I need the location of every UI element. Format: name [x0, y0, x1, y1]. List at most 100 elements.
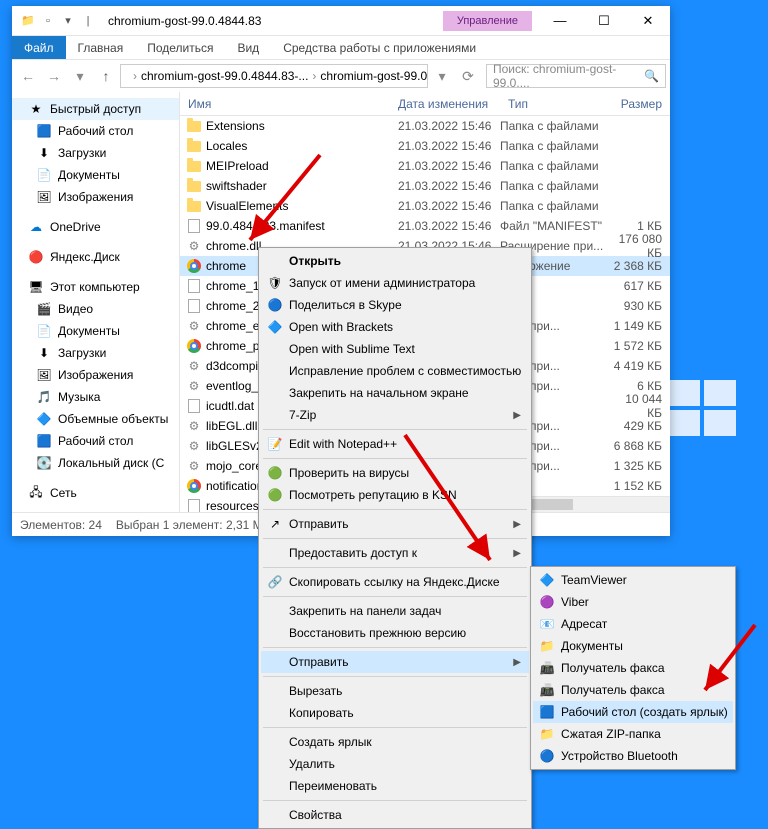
- menu-item[interactable]: ↗Отправить▶: [261, 513, 529, 535]
- file-icon: [186, 198, 202, 214]
- file-row[interactable]: Locales21.03.2022 15:46Папка с файлами: [180, 136, 670, 156]
- menu-item[interactable]: Открыть: [261, 250, 529, 272]
- minimize-button[interactable]: —: [538, 6, 582, 36]
- menu-item[interactable]: 🛡 Запуск от имени администратора: [261, 272, 529, 294]
- menu-item[interactable]: 🔷TeamViewer: [533, 569, 733, 591]
- menu-item-icon: 🟢: [267, 465, 283, 481]
- column-headers: Имя Дата изменения Тип Размер: [180, 92, 670, 116]
- menu-item[interactable]: Отправить▶: [261, 651, 529, 673]
- menu-item[interactable]: 7-Zip▶: [261, 404, 529, 426]
- sidebar-item[interactable]: 💽Локальный диск (C: [12, 452, 179, 474]
- menu-item-icon: 🛡: [267, 275, 283, 291]
- ribbon-tab-view[interactable]: Вид: [225, 36, 271, 59]
- breadcrumb-dropdown-icon[interactable]: ▾: [430, 64, 454, 88]
- sidebar-item[interactable]: 🎵Музыка: [12, 386, 179, 408]
- ribbon-file[interactable]: Файл: [12, 36, 66, 59]
- menu-item[interactable]: 🔷Open with Brackets: [261, 316, 529, 338]
- sidebar-item[interactable]: ⬇Загрузки: [12, 342, 179, 364]
- menu-item[interactable]: Исправление проблем с совместимостью: [261, 360, 529, 382]
- sidebar-quick-access[interactable]: ★Быстрый доступ: [12, 98, 179, 120]
- menu-item[interactable]: 📁Сжатая ZIP-папка: [533, 723, 733, 745]
- ribbon-tab-apptools[interactable]: Средства работы с приложениями: [271, 36, 488, 59]
- sidebar-item[interactable]: 🟦Рабочий стол: [12, 430, 179, 452]
- titlebar: 📁 ▫ ▾ | chromium-gost-99.0.4844.83 Управ…: [12, 6, 670, 36]
- col-date[interactable]: Дата изменения: [390, 97, 500, 111]
- menu-item[interactable]: Закрепить на начальном экране: [261, 382, 529, 404]
- ribbon-context-tab[interactable]: Управление: [443, 11, 532, 31]
- file-icon: [186, 178, 202, 194]
- props-icon[interactable]: ▫: [40, 13, 56, 29]
- menu-item[interactable]: 🟣Viber: [533, 591, 733, 613]
- menu-item[interactable]: Переименовать: [261, 775, 529, 797]
- col-name[interactable]: Имя: [180, 97, 390, 111]
- search-input[interactable]: Поиск: chromium-gost-99.0.... 🔍: [486, 64, 666, 88]
- menu-item[interactable]: 📧Адресат: [533, 613, 733, 635]
- menu-item[interactable]: Open with Sublime Text: [261, 338, 529, 360]
- breadcrumb-seg[interactable]: chromium-gost-99.0.4844.83-...: [141, 69, 308, 83]
- cloud-icon: ☁: [28, 219, 44, 235]
- menu-item[interactable]: Вырезать: [261, 680, 529, 702]
- nav-up-button[interactable]: ↑: [94, 64, 118, 88]
- file-row[interactable]: Extensions21.03.2022 15:46Папка с файлам…: [180, 116, 670, 136]
- sidebar-this-pc[interactable]: 🖥Этот компьютер: [12, 276, 179, 298]
- menu-item[interactable]: 📁Документы: [533, 635, 733, 657]
- maximize-button[interactable]: ☐: [582, 6, 626, 36]
- file-row[interactable]: swiftshader21.03.2022 15:46Папка с файла…: [180, 176, 670, 196]
- file-row[interactable]: VisualElements21.03.2022 15:46Папка с фа…: [180, 196, 670, 216]
- sidebar-item[interactable]: 📄Документы: [12, 320, 179, 342]
- menu-item[interactable]: 🔵Поделиться в Skype: [261, 294, 529, 316]
- file-icon: [186, 138, 202, 154]
- menu-item-label: Проверить на вирусы: [289, 466, 409, 480]
- breadcrumb[interactable]: › chromium-gost-99.0.4844.83-... › chrom…: [120, 64, 428, 88]
- menu-item[interactable]: 📝Edit with Notepad++: [261, 433, 529, 455]
- file-size: 1 152 КБ: [610, 479, 670, 493]
- dropdown-icon[interactable]: ▾: [60, 13, 76, 29]
- col-size[interactable]: Размер: [610, 97, 670, 111]
- chevron-right-icon[interactable]: ›: [129, 69, 141, 83]
- music-icon: 🎵: [36, 389, 52, 405]
- sidebar-item[interactable]: 🖼Изображения: [12, 364, 179, 386]
- sidebar-network[interactable]: 🖧Сеть: [12, 482, 179, 504]
- sidebar-item[interactable]: 🎬Видео: [12, 298, 179, 320]
- menu-item[interactable]: 🔗Скопировать ссылку на Яндекс.Диске: [261, 571, 529, 593]
- menu-item-label: Отправить: [289, 655, 349, 669]
- menu-item[interactable]: 📠Получатель факса: [533, 657, 733, 679]
- sidebar-item[interactable]: 🖼Изображения: [12, 186, 179, 208]
- menu-item[interactable]: Закрепить на панели задач: [261, 600, 529, 622]
- menu-item[interactable]: Восстановить прежнюю версию: [261, 622, 529, 644]
- sidebar-yadisk[interactable]: 🔴Яндекс.Диск: [12, 246, 179, 268]
- menu-item-label: Исправление проблем с совместимостью: [289, 364, 521, 378]
- file-name: swiftshader: [206, 179, 390, 193]
- menu-item[interactable]: 🟢Посмотреть репутацию в KSN: [261, 484, 529, 506]
- menu-item[interactable]: 📠Получатель факса: [533, 679, 733, 701]
- menu-item[interactable]: 🟦Рабочий стол (создать ярлык): [533, 701, 733, 723]
- sidebar-onedrive[interactable]: ☁OneDrive: [12, 216, 179, 238]
- file-date: 21.03.2022 15:46: [390, 119, 500, 133]
- breadcrumb-seg[interactable]: chromium-gost-99.0.4844.83: [320, 69, 428, 83]
- menu-item[interactable]: Свойства: [261, 804, 529, 826]
- menu-item[interactable]: 🟢 Проверить на вирусы: [261, 462, 529, 484]
- col-type[interactable]: Тип: [500, 97, 610, 111]
- file-icon: ⚙: [186, 318, 202, 334]
- nav-history-button[interactable]: ▾: [68, 64, 92, 88]
- menu-item[interactable]: Предоставить доступ к▶: [261, 542, 529, 564]
- file-row[interactable]: MEIPreload21.03.2022 15:46Папка с файлам…: [180, 156, 670, 176]
- refresh-button[interactable]: ⟳: [456, 64, 480, 88]
- nav-back-button[interactable]: ←: [16, 64, 40, 88]
- sidebar-item[interactable]: 📄Документы: [12, 164, 179, 186]
- ribbon-tab-share[interactable]: Поделиться: [135, 36, 225, 59]
- menu-item[interactable]: Копировать: [261, 702, 529, 724]
- sidebar-item[interactable]: 🔷Объемные объекты: [12, 408, 179, 430]
- file-icon: [186, 298, 202, 314]
- menu-item[interactable]: Удалить: [261, 753, 529, 775]
- sidebar-item[interactable]: 🟦Рабочий стол: [12, 120, 179, 142]
- menu-item-label: Запуск от имени администратора: [289, 276, 475, 290]
- file-icon: ⚙: [186, 358, 202, 374]
- file-row[interactable]: 99.0.4844.83.manifest21.03.2022 15:46Фай…: [180, 216, 670, 236]
- menu-item[interactable]: Создать ярлык: [261, 731, 529, 753]
- close-button[interactable]: ✕: [626, 6, 670, 36]
- ribbon-tab-home[interactable]: Главная: [66, 36, 136, 59]
- menu-item[interactable]: 🔵Устройство Bluetooth: [533, 745, 733, 767]
- chevron-right-icon[interactable]: ›: [308, 69, 320, 83]
- sidebar-item[interactable]: ⬇Загрузки: [12, 142, 179, 164]
